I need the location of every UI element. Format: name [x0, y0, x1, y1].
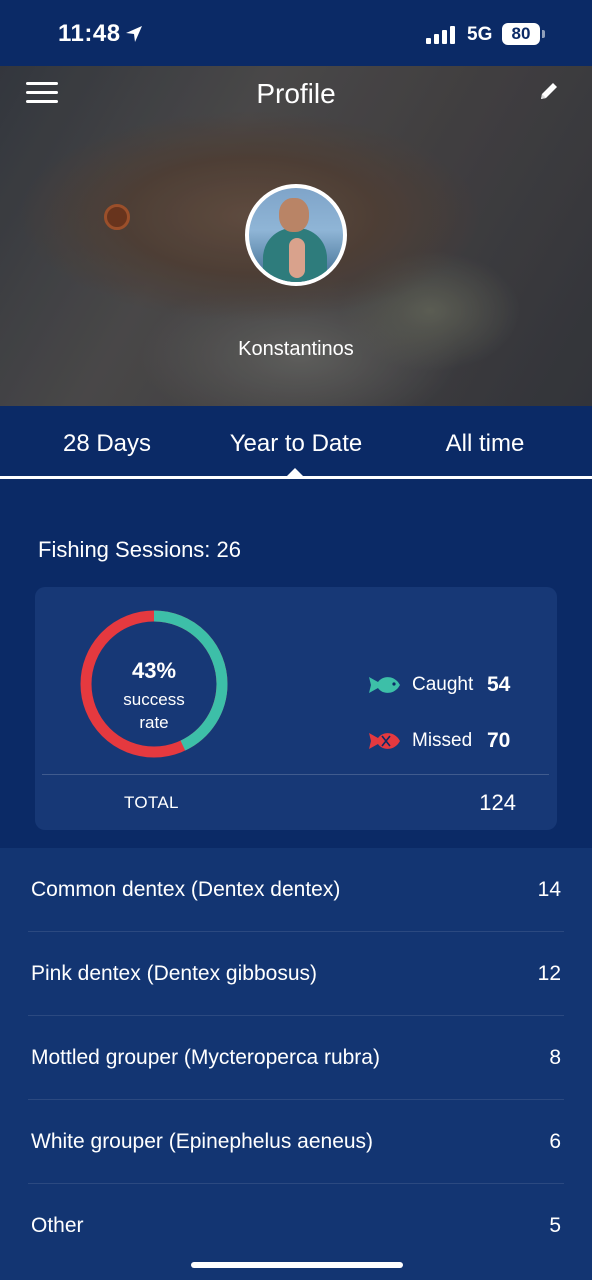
caught-label: Caught — [412, 674, 474, 695]
fish-caught-icon — [369, 677, 400, 693]
location-arrow-icon — [126, 26, 142, 42]
page-title: Profile — [256, 78, 336, 109]
caught-value: 54 — [487, 673, 511, 696]
home-indicator[interactable] — [191, 1262, 403, 1268]
status-time: 11:48 — [58, 20, 121, 47]
missed-value: 70 — [487, 729, 511, 752]
species-count: 6 — [549, 1130, 561, 1153]
success-rate-label: success rate — [123, 690, 185, 732]
species-count: 5 — [549, 1214, 561, 1237]
card-divider — [42, 774, 549, 775]
success-rate-donut — [80, 610, 228, 758]
battery-level: 80 — [511, 24, 531, 43]
species-name: Common dentex (Dentex dentex) — [31, 878, 341, 901]
species-row[interactable]: Common dentex (Dentex dentex) 14 — [0, 848, 592, 932]
species-name: Mottled grouper (Mycteroperca rubra) — [31, 1046, 380, 1069]
species-count: 12 — [537, 962, 561, 985]
species-row[interactable]: Mottled grouper (Mycteroperca rubra) 8 — [0, 1016, 592, 1100]
species-name: Other — [31, 1214, 84, 1237]
avatar-head — [279, 198, 309, 232]
tab-selected-indicator — [286, 468, 304, 477]
fish-missed-icon — [369, 733, 400, 749]
battery-icon: 80 — [502, 23, 540, 45]
status-bar: 11:48 5G 80 — [0, 0, 592, 66]
avatar-fish — [289, 238, 305, 278]
species-name: White grouper (Epinephelus aeneus) — [31, 1130, 374, 1153]
tab-all-time[interactable]: All time — [400, 430, 570, 458]
species-row[interactable]: White grouper (Epinephelus aeneus) 6 — [0, 1100, 592, 1184]
network-type: 5G — [467, 24, 493, 45]
signal-icon — [426, 26, 455, 44]
battery-tip — [542, 30, 545, 38]
species-count: 14 — [537, 878, 561, 901]
missed-label: Missed — [412, 730, 473, 751]
tab-28-days[interactable]: 28 Days — [22, 430, 192, 458]
edit-pencil-icon[interactable] — [538, 80, 560, 102]
fishing-sessions-count: Fishing Sessions: 26 — [38, 537, 241, 562]
total-label: TOTAL — [124, 793, 179, 812]
species-name: Pink dentex (Dentex gibbosus) — [31, 962, 317, 985]
total-value: 124 — [479, 790, 516, 815]
success-rate-value: 43% — [131, 658, 177, 683]
species-row[interactable]: Pink dentex (Dentex gibbosus) 12 — [0, 932, 592, 1016]
username: Konstantinos — [238, 338, 354, 360]
species-list: Common dentex (Dentex dentex) 14 Pink de… — [0, 848, 592, 1280]
species-row[interactable]: Other 5 — [0, 1184, 592, 1268]
avatar[interactable] — [245, 184, 347, 286]
tab-year-to-date[interactable]: Year to Date — [202, 430, 390, 458]
species-count: 8 — [549, 1046, 561, 1069]
